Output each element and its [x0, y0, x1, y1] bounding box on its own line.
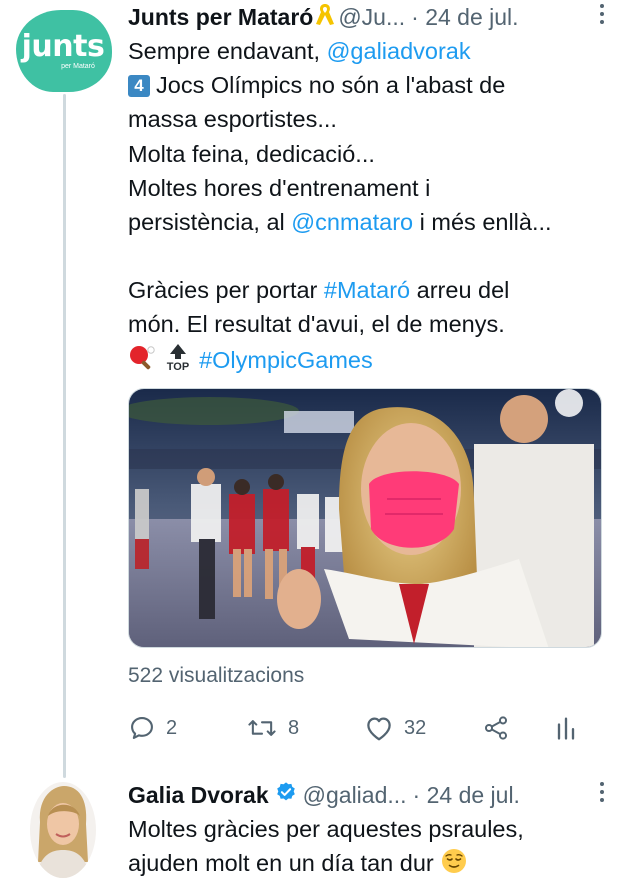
text-segment: Jocs Olímpics no són a l'abast de — [156, 72, 506, 99]
hashtag-olympicgames[interactable]: #OlympicGames — [199, 347, 373, 373]
mention-cnmataro[interactable]: @cnmataro — [291, 209, 413, 235]
hashtag-mataro[interactable]: #Mataró — [324, 277, 410, 303]
text-segment: Sempre endavant, — [128, 38, 327, 64]
share-icon — [482, 714, 510, 742]
mention-galiadvorak[interactable]: @galiadvorak — [327, 38, 471, 64]
yellow-ribbon-icon — [314, 1, 336, 33]
view-count: 522 visualitzacions — [128, 664, 305, 687]
text-segment: ajuden molt en un día tan dur — [128, 850, 434, 877]
reply-button[interactable]: 2 — [128, 714, 177, 742]
tweet-text: Moltes gràcies per aquestes psraules, aj… — [128, 812, 602, 884]
author-name[interactable]: Galia Dvorak — [128, 782, 269, 809]
retweet-count: 8 — [288, 716, 300, 739]
like-count: 32 — [404, 716, 427, 739]
like-button[interactable]: 32 — [364, 714, 426, 742]
text-segment: arreu del — [410, 277, 510, 304]
analytics-button[interactable] — [554, 714, 578, 742]
author-handle[interactable]: @Ju... — [338, 4, 405, 31]
retweet-button[interactable]: 8 — [246, 714, 299, 742]
reply-count: 2 — [166, 716, 178, 739]
text-line: món. El resultat d'avui, el de menys. — [128, 311, 505, 338]
thread-connector-line — [63, 94, 66, 778]
more-options-icon[interactable] — [598, 782, 606, 802]
tweet-actions-bar: 2 8 32 — [128, 714, 588, 748]
svg-text:TOP: TOP — [166, 361, 188, 372]
author-name[interactable]: Junts per Mataró — [128, 4, 313, 31]
avatar-galia-dvorak[interactable] — [30, 782, 96, 878]
avatar-logo-word: junts — [21, 29, 105, 64]
text-line: massa esportistes... — [128, 106, 337, 133]
avatar-logo-subtitle: per Mataró — [61, 63, 95, 70]
tweet-text: Sempre endavant, @galiadvorak 4 Jocs Olím… — [128, 34, 602, 381]
tweet-header: Galia Dvorak @galiad... · 24 de jul. — [128, 778, 604, 812]
tweet-date[interactable]: · 24 de jul. — [411, 4, 518, 31]
keycap-4-emoji: 4 — [128, 75, 150, 98]
relieved-face-icon — [440, 847, 468, 884]
video-thumbnail — [129, 389, 601, 647]
avatar-photo — [30, 782, 96, 878]
text-line: Moltes hores d'entrenament i — [128, 174, 431, 201]
analytics-icon — [554, 714, 578, 742]
avatar-junts-per-mataro[interactable]: junts per Mataró — [16, 10, 112, 92]
text-segment: persistència, al — [128, 209, 292, 236]
tweet-galia[interactable]: Galia Dvorak @galiad... · 24 de jul. Mol… — [128, 778, 604, 884]
reply-icon — [128, 714, 156, 742]
tweet-media-video[interactable] — [128, 388, 602, 648]
more-options-icon[interactable] — [598, 4, 606, 24]
tweet-date[interactable]: · 24 de jul. — [413, 782, 520, 809]
text-line: Molta feina, dedicació... — [128, 140, 375, 167]
tweet-junts[interactable]: Junts per Mataró @Ju... · 24 de jul. Sem… — [128, 0, 604, 381]
text-segment: i més enllà... — [413, 209, 552, 236]
top-arrow-icon: TOP — [163, 342, 193, 381]
ping-pong-icon — [128, 344, 156, 381]
tweet-header: Junts per Mataró @Ju... · 24 de jul. — [128, 0, 604, 34]
text-line: Moltes gràcies per aquestes psraules, — [128, 816, 524, 842]
author-handle[interactable]: @galiad... — [303, 782, 407, 809]
heart-icon — [364, 714, 394, 742]
verified-badge-icon — [275, 781, 297, 809]
text-segment: Gràcies per portar — [128, 277, 324, 304]
share-button[interactable] — [482, 714, 510, 742]
retweet-icon — [246, 714, 278, 742]
